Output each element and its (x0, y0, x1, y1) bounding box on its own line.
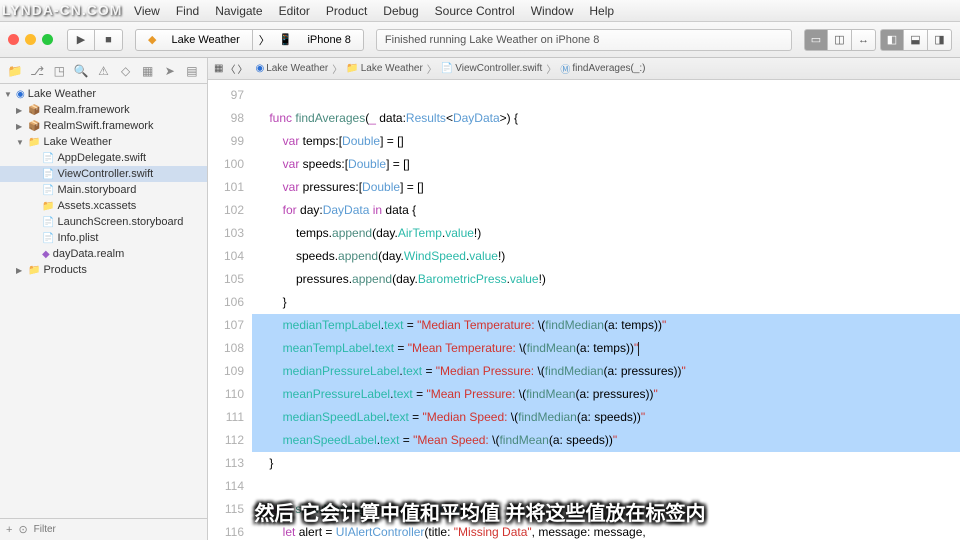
tree-item-label: Assets.xcassets (57, 200, 136, 212)
source-editor[interactable]: 9798991001011021031041051061071081091101… (208, 80, 960, 540)
tree-item[interactable]: 📄Info.plist (0, 230, 207, 246)
project-tree: ▼◉ Lake Weather ▶📦Realm.framework▶📦Realm… (0, 84, 207, 518)
tree-item[interactable]: ▶📦Realm.framework (0, 102, 207, 118)
tree-item-label: ViewController.swift (57, 168, 153, 180)
add-button[interactable]: + (6, 524, 12, 536)
report-navigator-tab[interactable]: ▤ (184, 63, 200, 79)
close-window-button[interactable] (8, 34, 19, 45)
tree-item-label: Products (43, 264, 86, 276)
navigator-tabs: 📁 ⎇ ◳ 🔍 ⚠ ◇ ▦ ➤ ▤ (0, 58, 207, 84)
menu-find[interactable]: Find (176, 4, 199, 18)
tree-item-label: Lake Weather (43, 136, 111, 148)
assistant-editor-button[interactable]: ◫ (828, 29, 852, 51)
debug-navigator-tab[interactable]: ▦ (140, 63, 156, 79)
stop-button[interactable]: ■ (95, 29, 123, 51)
tree-item-label: AppDelegate.swift (57, 152, 146, 164)
tree-item-label: Lake Weather (28, 88, 96, 100)
tree-item[interactable]: ▶📦RealmSwift.framework (0, 118, 207, 134)
back-button[interactable]: 〈 (225, 61, 235, 76)
filter-input[interactable] (34, 524, 201, 535)
watermark: LYNDA-CN.COM (2, 2, 122, 18)
source-text[interactable]: func findAverages(_ data:Results<DayData… (252, 80, 960, 540)
minimize-window-button[interactable] (25, 34, 36, 45)
tree-item[interactable]: 📄AppDelegate.swift (0, 150, 207, 166)
related-items-button[interactable]: ▦ (214, 63, 223, 74)
tree-root[interactable]: ▼◉ Lake Weather (0, 86, 207, 102)
left-panel-toggle[interactable]: ◧ (880, 29, 904, 51)
version-editor-button[interactable]: ↔ (852, 29, 876, 51)
jump-bar[interactable]: ▦ 〈 〉 ◉ Lake Weather〉 📁 Lake Weather〉 📄 … (208, 58, 960, 80)
tree-item[interactable]: 📄Main.storyboard (0, 182, 207, 198)
tree-item-label: Realm.framework (43, 104, 129, 116)
menubar: XcodeFileEditViewFindNavigateEditorProdu… (0, 0, 960, 22)
editor-area: ▦ 〈 〉 ◉ Lake Weather〉 📁 Lake Weather〉 📄 … (208, 58, 960, 540)
line-gutter: 9798991001011021031041051061071081091101… (208, 80, 252, 540)
source-control-navigator-tab[interactable]: ⎇ (29, 63, 45, 79)
tree-item-label: Info.plist (57, 232, 98, 244)
toolbar: ▶ ■ ◆Lake Weather 〉📱iPhone 8 Finished ru… (0, 22, 960, 58)
issue-navigator-tab[interactable]: ⚠ (95, 63, 111, 79)
right-panel-toggle[interactable]: ◨ (928, 29, 952, 51)
bottom-panel-toggle[interactable]: ⬓ (904, 29, 928, 51)
find-navigator-tab[interactable]: 🔍 (73, 63, 89, 79)
zoom-window-button[interactable] (42, 34, 53, 45)
tree-item-label: dayData.realm (53, 248, 125, 260)
tree-item[interactable]: 📁Assets.xcassets (0, 198, 207, 214)
menu-window[interactable]: Window (531, 4, 574, 18)
editor-mode-buttons: ▭ ◫ ↔ (804, 29, 876, 51)
menu-help[interactable]: Help (589, 4, 614, 18)
video-subtitle: 然后 它会计算中值和平均值 并将这些值放在标签内 (254, 497, 705, 526)
tree-item[interactable]: ◆dayData.realm (0, 246, 207, 262)
forward-button[interactable]: 〉 (237, 61, 247, 76)
navigator-filter-bar: + ⊙ (0, 518, 207, 540)
menu-editor[interactable]: Editor (279, 4, 310, 18)
menu-navigate[interactable]: Navigate (215, 4, 262, 18)
scheme-selector[interactable]: ◆Lake Weather 〉📱iPhone 8 (135, 29, 364, 51)
test-navigator-tab[interactable]: ◇ (118, 63, 134, 79)
window-controls (8, 34, 53, 45)
menu-source-control[interactable]: Source Control (435, 4, 515, 18)
tree-item-label: LaunchScreen.storyboard (57, 216, 183, 228)
tree-item[interactable]: ▶📁Products (0, 262, 207, 278)
menu-view[interactable]: View (134, 4, 160, 18)
tree-item-label: Main.storyboard (57, 184, 136, 196)
standard-editor-button[interactable]: ▭ (804, 29, 828, 51)
tree-item[interactable]: 📄ViewController.swift (0, 166, 207, 182)
symbol-navigator-tab[interactable]: ◳ (51, 63, 67, 79)
menu-debug[interactable]: Debug (383, 4, 418, 18)
tree-item-label: RealmSwift.framework (43, 120, 153, 132)
tree-item[interactable]: 📄LaunchScreen.storyboard (0, 214, 207, 230)
run-button[interactable]: ▶ (67, 29, 95, 51)
navigator-sidebar: 📁 ⎇ ◳ 🔍 ⚠ ◇ ▦ ➤ ▤ ▼◉ Lake Weather ▶📦Real… (0, 58, 208, 540)
activity-status: Finished running Lake Weather on iPhone … (376, 29, 792, 51)
panel-toggle-buttons: ◧ ⬓ ◨ (880, 29, 952, 51)
project-navigator-tab[interactable]: 📁 (7, 63, 23, 79)
filter-icon: ⊙ (18, 523, 27, 536)
menu-product[interactable]: Product (326, 4, 367, 18)
tree-item[interactable]: ▼📁Lake Weather (0, 134, 207, 150)
breakpoint-navigator-tab[interactable]: ➤ (162, 63, 178, 79)
